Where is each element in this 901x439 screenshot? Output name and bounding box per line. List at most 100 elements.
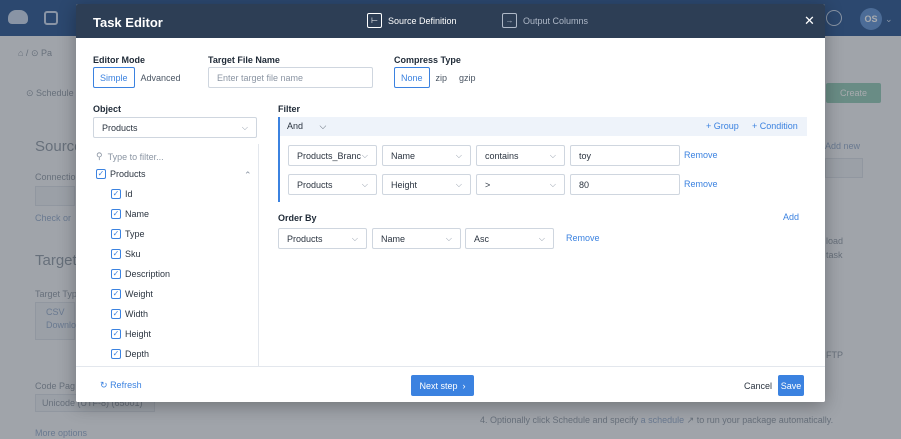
remove-condition-button[interactable]: Remove (684, 150, 718, 160)
tree-item-description[interactable]: ✓ Description (111, 269, 170, 279)
chevron-up-icon[interactable]: ⌃ (244, 170, 252, 181)
condition-operator-select[interactable]: contains ⌵ (476, 145, 565, 166)
step-output-columns[interactable]: → Output Columns (502, 13, 588, 28)
condition-operator-select[interactable]: > ⌵ (476, 174, 565, 195)
chevron-down-icon: ⌵ (538, 233, 545, 243)
tree-item-label: Name (125, 209, 150, 219)
editor-mode-simple[interactable]: Simple (93, 67, 135, 88)
refresh-icon: ↻ (100, 380, 108, 390)
tree-item-height[interactable]: ✓ Height (111, 329, 151, 339)
filter-operator[interactable]: And ⌵ (287, 121, 326, 132)
editor-mode-advanced[interactable]: Advanced (135, 67, 187, 88)
tree-item-label: Depth (125, 349, 150, 359)
order-by-label: Order By (278, 213, 317, 223)
filter-label: Filter (278, 104, 301, 114)
object-select-value: Products (102, 122, 138, 133)
checkbox[interactable]: ✓ (96, 169, 106, 179)
checkbox[interactable]: ✓ (111, 289, 121, 299)
chevron-down-icon: ⌵ (455, 179, 462, 189)
checkbox[interactable]: ✓ (111, 189, 121, 199)
remove-condition-button[interactable]: Remove (684, 179, 718, 189)
compress-zip[interactable]: zip (430, 67, 454, 88)
editor-mode-label: Editor Mode (93, 55, 145, 65)
tree-item-name[interactable]: ✓ Name (111, 209, 149, 219)
step-source-definition[interactable]: ⊢ Source Definition (367, 13, 457, 28)
cancel-button[interactable]: Cancel (744, 381, 772, 391)
object-label: Object (93, 104, 122, 114)
checkbox[interactable]: ✓ (111, 269, 121, 279)
add-group-button[interactable]: + Group (706, 121, 739, 131)
tree-item-label: Width (125, 309, 149, 319)
target-file-label: Target File Name (208, 55, 280, 65)
chevron-down-icon: ⌵ (549, 150, 556, 160)
compress-type-label: Compress Type (394, 55, 461, 65)
tree-item-id[interactable]: ✓ Id (111, 189, 133, 199)
tree-item-label: Description (125, 269, 171, 279)
compress-gzip[interactable]: gzip (453, 67, 482, 88)
order-direction-select[interactable]: Asc ⌵ (465, 228, 554, 249)
tree-item-label: Id (125, 189, 133, 199)
order-object-select[interactable]: Products ⌵ (278, 228, 367, 249)
order-field-select[interactable]: Name ⌵ (372, 228, 461, 249)
object-tree: ✓ Products ⌃ ✓ Id ✓ Name ✓ Type ✓ Sku ✓ … (95, 149, 259, 369)
compress-none[interactable]: None (394, 67, 430, 88)
filter-panel: And ⌵ + Group + Condition Products_Branc… (278, 117, 807, 202)
refresh-button[interactable]: ↻ Refresh (100, 380, 142, 391)
tree-item-label: Height (125, 329, 152, 339)
filter-operator-value: And (287, 121, 304, 131)
condition-field-value: Name (391, 150, 416, 161)
condition-field-select[interactable]: Name ⌵ (382, 145, 471, 166)
checkbox[interactable]: ✓ (111, 209, 121, 219)
save-label: Save (780, 380, 802, 391)
chevron-down-icon: ⌵ (361, 179, 368, 189)
condition-object-select[interactable]: Products ⌵ (288, 174, 377, 195)
object-select[interactable]: Products ⌵ (93, 117, 257, 138)
checkbox[interactable]: ✓ (111, 309, 121, 319)
chevron-down-icon: ⌵ (549, 179, 556, 189)
condition-value-input[interactable]: 80 (570, 174, 680, 195)
tree-item-products[interactable]: ✓ Products (96, 169, 146, 179)
next-step-button[interactable]: Next step › (411, 375, 474, 396)
target-file-input[interactable]: Enter target file name (208, 67, 373, 88)
chevron-down-icon: ⌵ (455, 150, 462, 160)
editor-mode-toggle: Simple Advanced (93, 67, 187, 88)
modal-title: Task Editor (93, 15, 163, 30)
chevron-down-icon: ⌵ (319, 121, 327, 131)
chevron-down-icon: ⌵ (351, 233, 358, 243)
tree-item-label: Weight (125, 289, 153, 299)
chevron-down-icon: ⌵ (445, 233, 452, 243)
tree-item-label: Type (125, 229, 145, 239)
condition-value-input[interactable]: toy (570, 145, 680, 166)
tree-item-label: Products (110, 169, 146, 179)
step-label: Output Columns (523, 15, 589, 26)
add-condition-button[interactable]: + Condition (752, 121, 798, 131)
condition-object-select[interactable]: Products_Branc ⌵ (288, 145, 377, 166)
tree-item-depth[interactable]: ✓ Depth (111, 349, 149, 359)
condition-operator-value: > (485, 179, 491, 190)
tree-item-sku[interactable]: ✓ Sku (111, 249, 141, 259)
condition-field-select[interactable]: Height ⌵ (382, 174, 471, 195)
tree-item-label: Sku (125, 249, 141, 259)
checkbox[interactable]: ✓ (111, 249, 121, 259)
close-icon[interactable]: ✕ (804, 13, 815, 29)
condition-object-value: Products (297, 179, 333, 190)
remove-order-button[interactable]: Remove (566, 233, 600, 243)
output-columns-icon: → (502, 13, 517, 28)
step-label: Source Definition (388, 15, 457, 26)
condition-operator-value: contains (485, 150, 519, 161)
tree-item-type[interactable]: ✓ Type (111, 229, 145, 239)
order-field-value: Name (381, 233, 406, 244)
modal-header: Task Editor ⊢ Source Definition → Output… (76, 4, 825, 38)
chevron-right-icon: › (462, 380, 466, 391)
add-order-button[interactable]: Add (783, 212, 799, 222)
save-button[interactable]: Save (778, 375, 804, 396)
checkbox[interactable]: ✓ (111, 349, 121, 359)
tree-item-weight[interactable]: ✓ Weight (111, 289, 153, 299)
tree-item-width[interactable]: ✓ Width (111, 309, 148, 319)
condition-object-value: Products_Branc (297, 150, 362, 161)
checkbox[interactable]: ✓ (111, 329, 121, 339)
checkbox[interactable]: ✓ (111, 229, 121, 239)
condition-field-value: Height (391, 179, 418, 190)
chevron-down-icon: ⌵ (241, 122, 248, 132)
modal-footer: ↻ Refresh Next step › Cancel Save (76, 366, 825, 402)
